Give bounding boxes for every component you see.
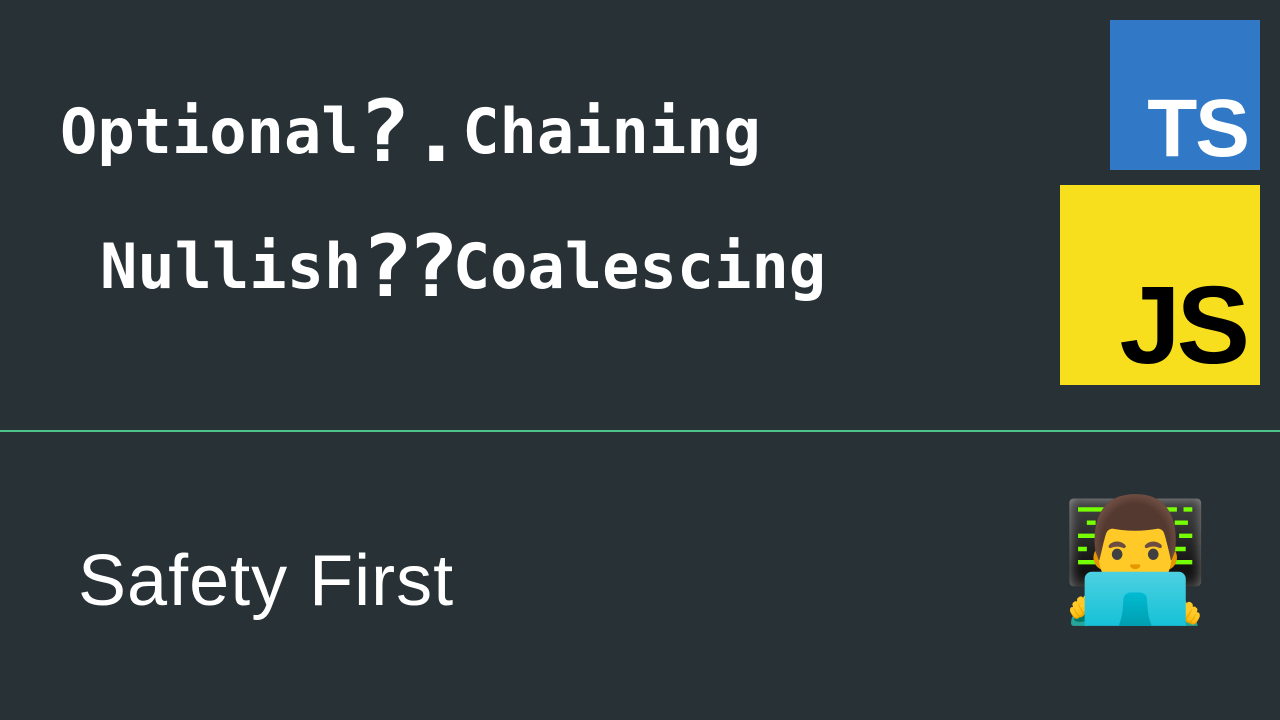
- subtitle-text: Safety First: [78, 540, 454, 622]
- typescript-logo-text: TS: [1147, 88, 1248, 170]
- line2-word2: Coalescing: [453, 230, 826, 303]
- javascript-logo-text: JS: [1119, 271, 1246, 381]
- optional-chaining-operator: ?.: [359, 82, 463, 182]
- typescript-logo: TS: [1110, 20, 1260, 170]
- nullish-coalescing-operator: ??: [361, 217, 453, 317]
- headline-line-1: Optional?.Chaining: [60, 95, 761, 168]
- line2-word1: Nullish: [100, 230, 361, 303]
- javascript-logo: JS: [1060, 185, 1260, 385]
- horizontal-divider: [0, 430, 1280, 432]
- line1-word1: Optional: [60, 95, 359, 168]
- line1-word2: Chaining: [462, 95, 761, 168]
- avatar-emoji-icon: 👨‍💻: [1061, 500, 1210, 620]
- headline-line-2: Nullish??Coalescing: [100, 230, 826, 303]
